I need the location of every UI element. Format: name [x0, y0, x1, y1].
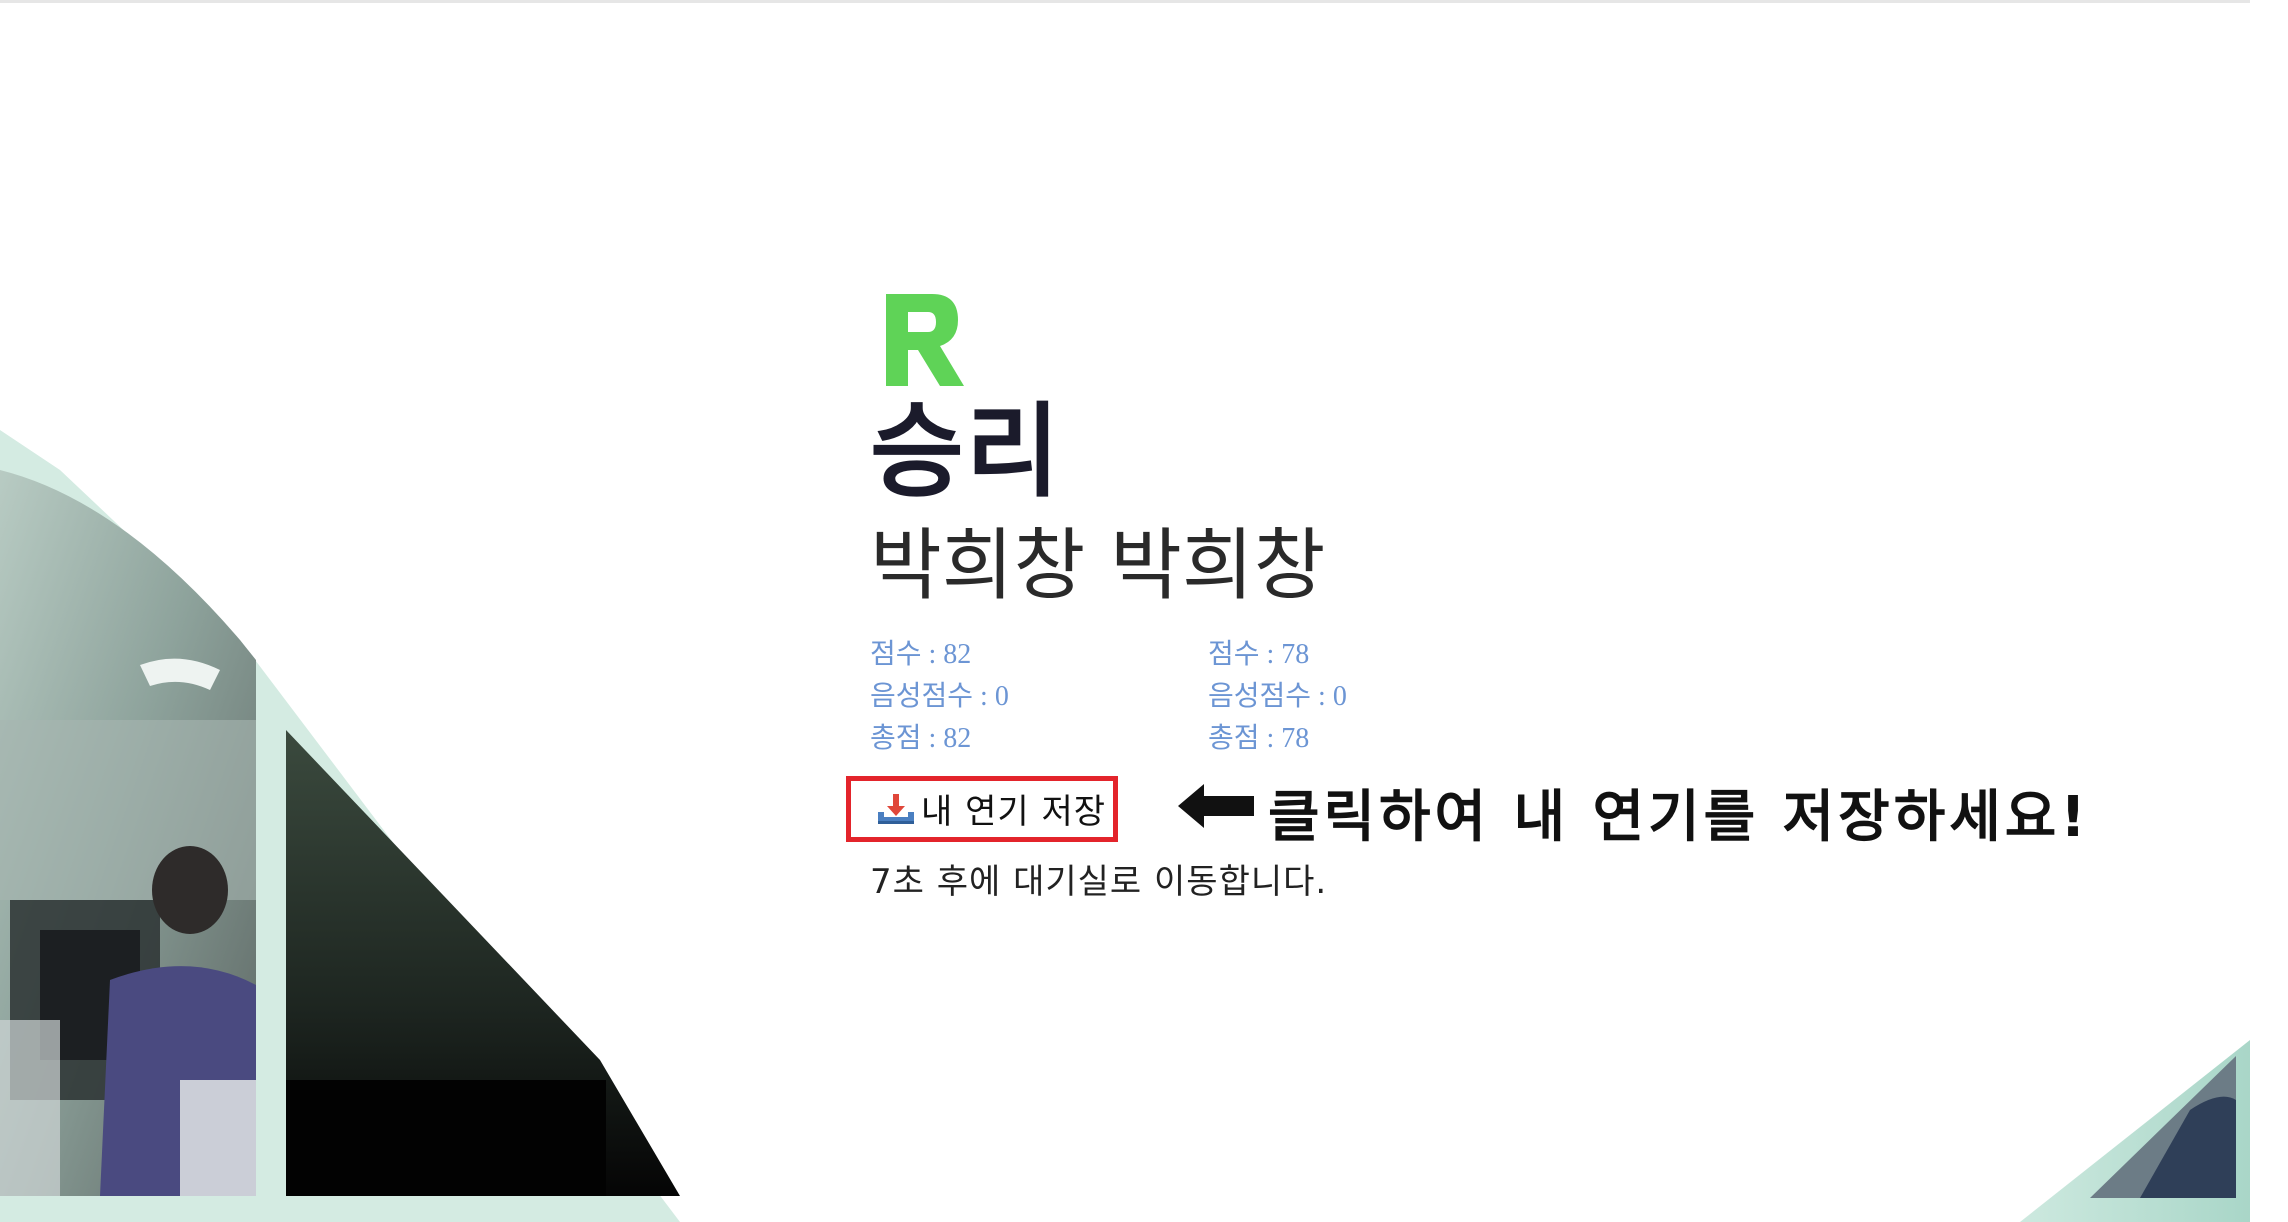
result-panel: 승리 박희창 박희창 점수 : 82 음성점수 : 0 총점 : 82 점수 :…: [846, 290, 2270, 903]
player2-score: 점수 : 78: [1208, 638, 1310, 670]
top-divider: [0, 0, 2250, 3]
action-row: 내 연기 저장 클릭하여 내 연기를 저장하세요!: [846, 772, 2270, 852]
player-names: 박희창 박희창: [870, 521, 1326, 612]
player1-scores: 점수 : 82 음성점수 : 0 총점 : 82: [870, 634, 1208, 760]
save-button-label: 내 연기 저장: [921, 792, 1107, 833]
r-logo-icon: [886, 294, 964, 386]
save-hint-annotation: 클릭하여 내 연기를 저장하세요!: [1268, 784, 2090, 850]
result-screen: 승리 박희창 박희창 점수 : 82 음성점수 : 0 총점 : 82 점수 :…: [0, 0, 2288, 1222]
score-summary: 점수 : 82 음성점수 : 0 총점 : 82 점수 : 78 음성점수 : …: [870, 634, 2270, 760]
countdown-message: 7초 후에 대기실로 이동합니다.: [870, 861, 1328, 902]
save-performance-button[interactable]: 내 연기 저장: [846, 775, 1118, 842]
player1-voice-score: 음성점수 : 0: [870, 680, 1009, 712]
player2-voice-score: 음성점수 : 0: [1208, 680, 1347, 712]
result-title: 승리: [870, 393, 1062, 512]
player2-total: 총점 : 78: [1208, 722, 1310, 754]
player1-total: 총점 : 82: [870, 722, 972, 754]
player1-score: 점수 : 82: [870, 638, 972, 670]
download-tray-icon: [878, 793, 914, 824]
left-arrow-icon: [1178, 783, 1254, 828]
player2-scores: 점수 : 78 음성점수 : 0 총점 : 78: [1208, 634, 1546, 760]
